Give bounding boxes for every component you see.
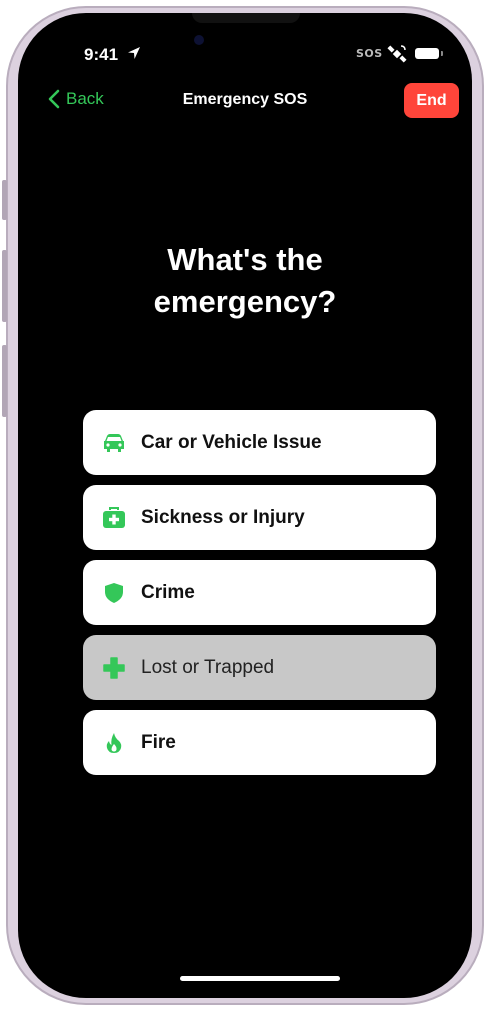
volume-down-button bbox=[2, 345, 7, 417]
option-label: Crime bbox=[141, 581, 195, 603]
sos-indicator: SOS bbox=[356, 47, 383, 60]
cross-icon bbox=[102, 656, 126, 680]
location-arrow-icon bbox=[128, 47, 140, 59]
emergency-question: What's the emergency? bbox=[18, 239, 472, 323]
option-label: Fire bbox=[141, 731, 176, 753]
option-lost-or-trapped[interactable]: Lost or Trapped bbox=[83, 635, 436, 700]
screen: 9:41 SOS Back Emergency SOS End What's t… bbox=[18, 13, 472, 998]
car-icon bbox=[102, 431, 126, 455]
dynamic-island bbox=[192, 13, 300, 23]
emergency-options-list: Car or Vehicle Issue Sickness or Injury … bbox=[83, 410, 436, 785]
question-line-2: emergency? bbox=[153, 284, 337, 319]
navigation-bar: Back Emergency SOS End bbox=[18, 83, 472, 119]
status-bar: 9:41 SOS bbox=[18, 43, 472, 73]
satellite-icon bbox=[387, 45, 407, 63]
question-line-1: What's the bbox=[167, 242, 323, 277]
shield-icon bbox=[102, 581, 126, 605]
option-crime[interactable]: Crime bbox=[83, 560, 436, 625]
option-label: Car or Vehicle Issue bbox=[141, 431, 322, 453]
option-car-or-vehicle-issue[interactable]: Car or Vehicle Issue bbox=[83, 410, 436, 475]
first-aid-kit-icon bbox=[102, 506, 126, 530]
action-button bbox=[2, 180, 7, 220]
volume-up-button bbox=[2, 250, 7, 322]
battery-icon bbox=[415, 48, 439, 59]
home-indicator[interactable] bbox=[180, 976, 340, 981]
flame-icon bbox=[102, 731, 126, 755]
option-sickness-or-injury[interactable]: Sickness or Injury bbox=[83, 485, 436, 550]
status-time: 9:41 bbox=[84, 45, 119, 64]
option-fire[interactable]: Fire bbox=[83, 710, 436, 775]
battery-tip bbox=[441, 51, 443, 56]
option-label: Sickness or Injury bbox=[141, 506, 305, 528]
end-button[interactable]: End bbox=[404, 83, 459, 118]
option-label: Lost or Trapped bbox=[141, 656, 275, 678]
